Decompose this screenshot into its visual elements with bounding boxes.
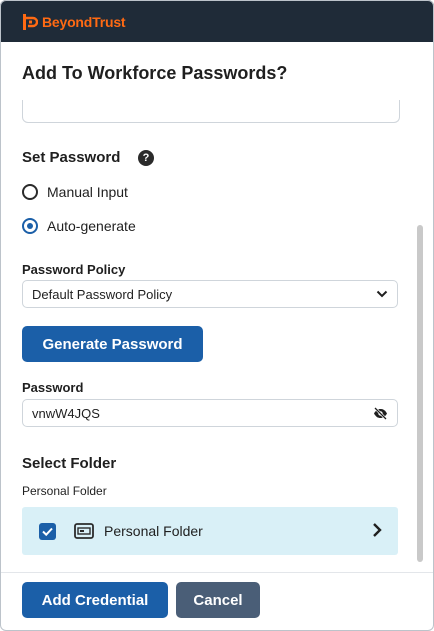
folder-list-item[interactable]: Personal Folder [22,507,398,555]
password-label: Password [22,380,84,395]
folder-card-icon [74,523,94,539]
radio-button-unchecked[interactable] [22,184,38,200]
radio-manual-input[interactable]: Manual Input [22,184,128,200]
radio-label-manual: Manual Input [47,184,128,200]
dialog-scroll-area: Set Password ? Manual Input Auto-generat… [0,100,434,572]
radio-label-auto: Auto-generate [47,218,136,234]
folder-checkbox[interactable] [39,523,56,540]
chevron-down-icon [376,290,388,298]
generate-password-button[interactable]: Generate Password [22,326,203,362]
previous-field-input[interactable] [22,100,400,123]
scrollbar-thumb[interactable] [417,225,423,562]
checkmark-icon [42,527,53,537]
password-policy-select[interactable]: Default Password Policy [22,280,398,308]
select-folder-heading: Select Folder [22,455,117,472]
folder-path-label: Personal Folder [22,484,107,498]
radio-button-checked[interactable] [22,218,38,234]
app-header: BeyondTrust [0,0,434,42]
cancel-button[interactable]: Cancel [176,582,260,618]
set-password-heading: Set Password [22,149,121,166]
radio-auto-generate[interactable]: Auto-generate [22,218,136,234]
brand-logo: BeyondTrust [22,12,126,32]
password-policy-value: Default Password Policy [32,287,173,302]
password-field[interactable]: vnwW4JQS [22,399,398,427]
beyondtrust-logo-icon [23,14,38,30]
help-icon[interactable]: ? [138,150,154,166]
add-credential-button[interactable]: Add Credential [22,582,168,618]
chevron-right-icon[interactable] [372,522,382,538]
password-policy-label: Password Policy [22,262,126,277]
folder-name: Personal Folder [104,523,203,539]
password-value: vnwW4JQS [32,406,100,421]
brand-name: BeyondTrust [42,14,126,30]
eye-slash-icon[interactable] [373,407,388,420]
footer-divider [0,572,434,573]
dialog-title: Add To Workforce Passwords? [22,63,288,83]
